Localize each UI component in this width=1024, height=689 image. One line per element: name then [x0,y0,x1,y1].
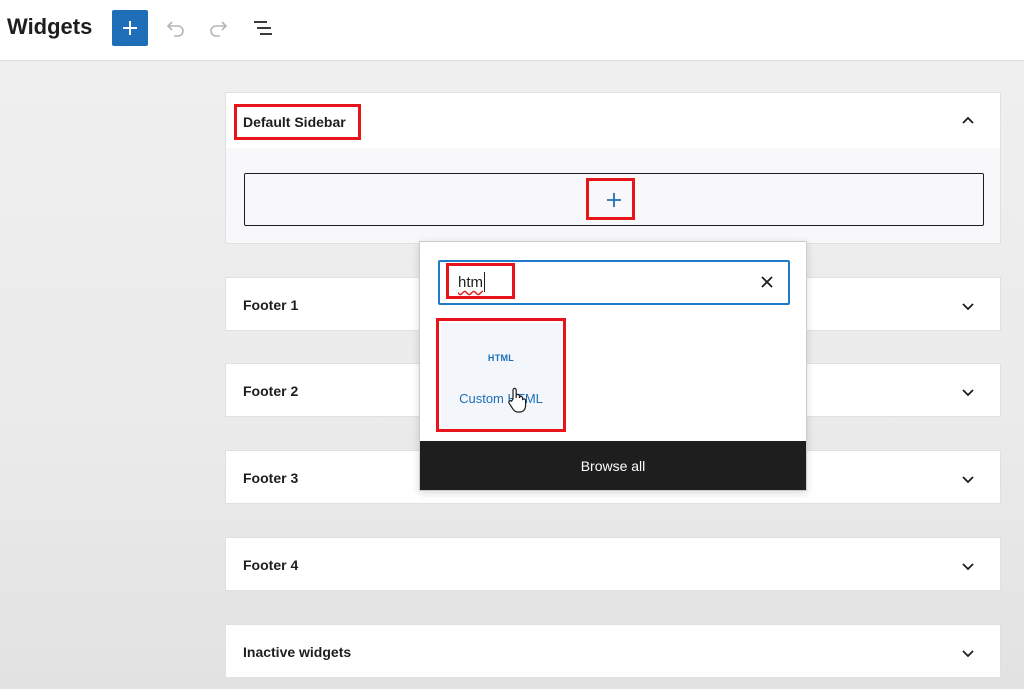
undo-icon[interactable] [164,17,186,39]
widget-area-footer-4[interactable]: Footer 4 [225,537,1001,591]
list-view-icon[interactable] [252,17,274,39]
panel-title: Footer 1 [243,297,299,313]
panel-title: Footer 4 [243,557,299,573]
highlight-search-input [446,263,515,299]
chevron-down-icon[interactable] [960,558,976,574]
widget-area-inactive[interactable]: Inactive widgets [225,624,1001,678]
chevron-down-icon[interactable] [960,471,976,487]
chevron-down-icon[interactable] [960,645,976,661]
browse-all-button[interactable]: Browse all [420,441,806,490]
add-block-button[interactable] [112,10,148,46]
editor-header: Widgets [0,0,1024,61]
panel-title: Footer 3 [243,470,299,486]
chevron-up-icon[interactable] [960,113,976,129]
redo-icon[interactable] [208,17,230,39]
panel-title: Footer 2 [243,383,299,399]
page-title: Widgets [7,14,93,39]
panel-title: Inactive widgets [243,644,352,660]
highlight-custom-html [436,318,566,432]
chevron-down-icon[interactable] [960,384,976,400]
highlight-add-button [586,178,635,220]
plus-icon [123,21,137,35]
close-icon[interactable] [760,275,774,289]
chevron-down-icon[interactable] [960,298,976,314]
highlight-default-sidebar [234,104,361,140]
